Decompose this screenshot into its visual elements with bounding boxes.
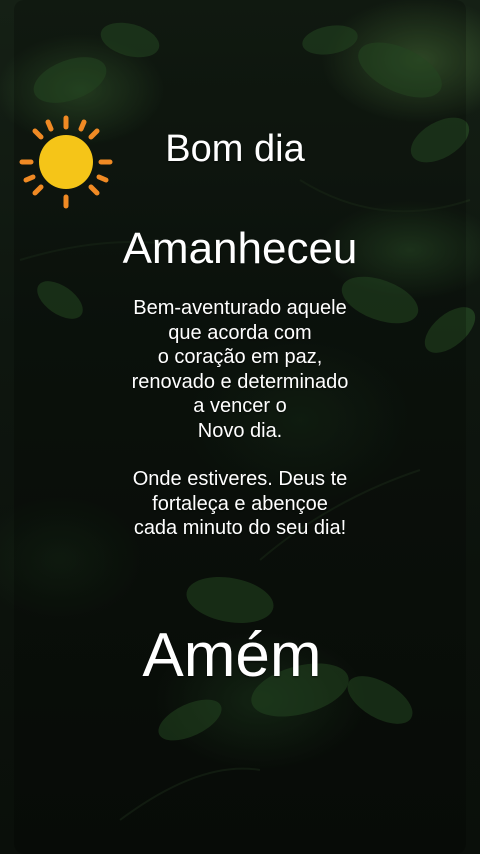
message-block: Bem-aventurado aquele que acorda com o c…: [0, 296, 480, 541]
greeting-card: Bom dia Amanheceu Bem-aventurado aquele …: [0, 0, 480, 854]
blessing-line: Onde estiveres. Deus te: [132, 468, 348, 490]
greeting-text: Bom dia: [165, 128, 305, 170]
title-text: Amanheceu: [122, 224, 358, 273]
message-line: Bem-aventurado aquele: [133, 297, 347, 319]
blessing-line: fortaleça e abençoe: [152, 492, 328, 515]
message-line: renovado e determinado: [131, 370, 349, 393]
closing-text: Amém: [142, 621, 322, 690]
message-line: o coração em paz,: [157, 346, 323, 368]
message-line: Novo dia.: [197, 419, 283, 442]
message-line: que acorda com: [168, 321, 312, 344]
blessing-line: cada minuto do seu dia!: [133, 517, 347, 539]
message-line: a vencer o: [193, 395, 287, 417]
